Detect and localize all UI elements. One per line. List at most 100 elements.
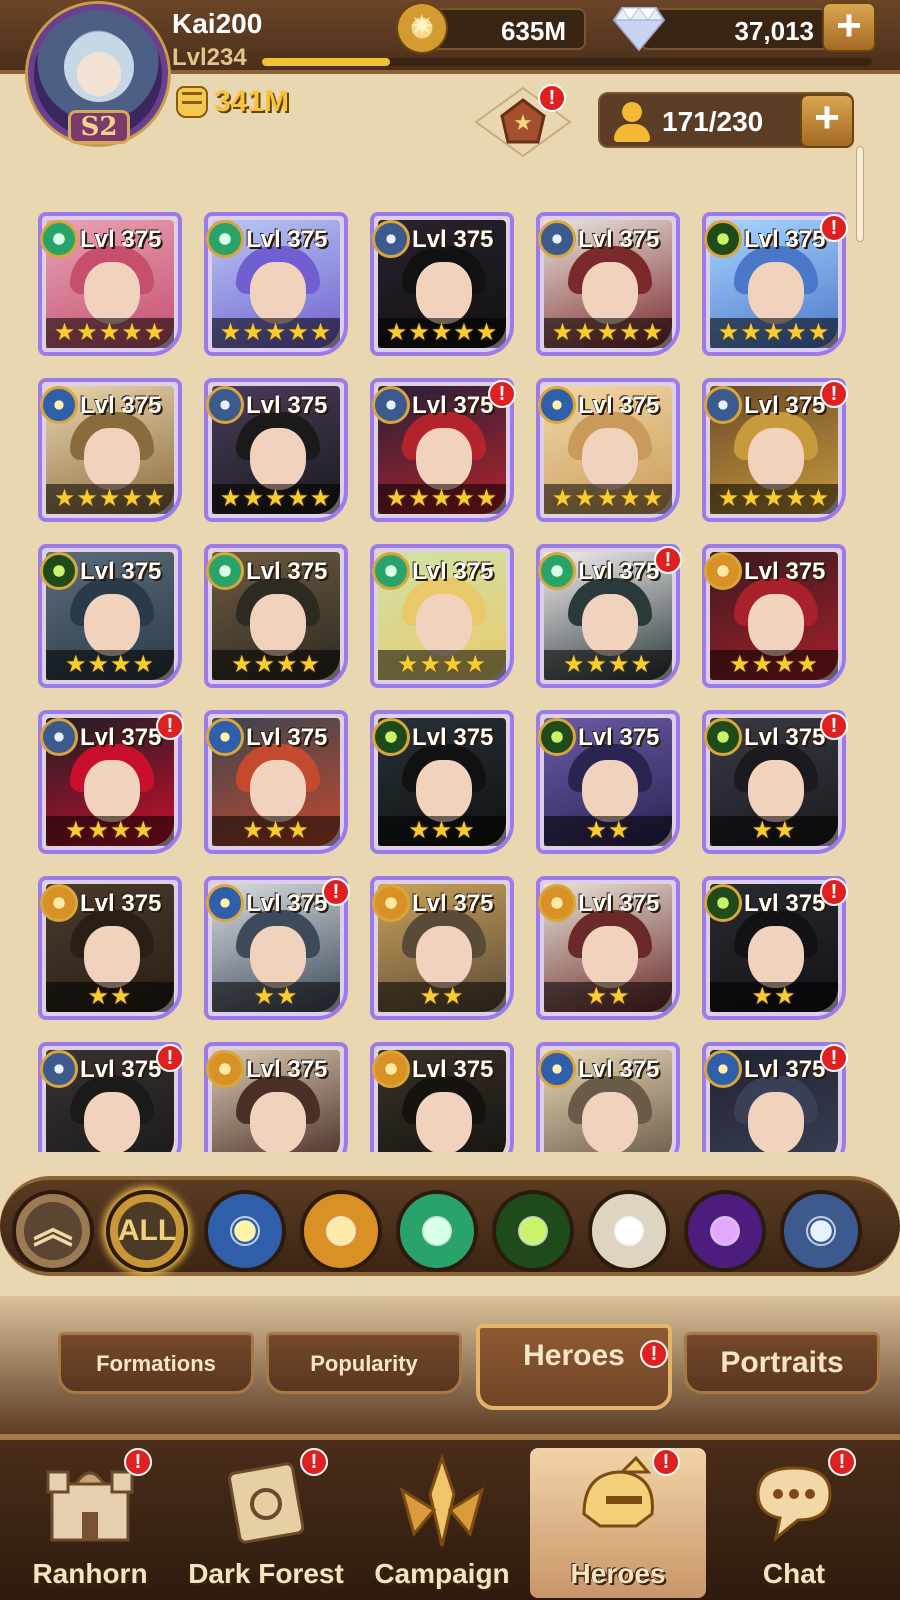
star-rating: ★★★ (378, 816, 506, 846)
xp-bar (262, 58, 872, 66)
collapse-chevron-button[interactable]: ︽ (12, 1190, 94, 1272)
nav-campaign[interactable]: Campaign (354, 1448, 530, 1598)
add-diamonds-button[interactable]: + (822, 2, 876, 52)
hero-face (748, 594, 804, 656)
hero-face (84, 926, 140, 988)
star-rating: ★★★★ (46, 650, 174, 680)
top-header: S2 Kai200 Lvl234 341M 635M 37,013 + ★ ! … (0, 0, 900, 158)
star-rating: ★★ (544, 816, 672, 846)
gold-value: 635M (500, 16, 566, 46)
hero-face (416, 262, 472, 324)
filter-lightbearer-button[interactable] (204, 1190, 286, 1272)
tab-popularity[interactable]: Popularity (266, 1332, 462, 1394)
dimensional-faction-icon (538, 220, 576, 258)
star-rating: ★★★★★ (212, 318, 340, 348)
hero-alert-badge: ! (820, 214, 848, 242)
hero-face (748, 760, 804, 822)
filter-hypogean-button[interactable] (684, 1190, 766, 1272)
add-hero-slots-button[interactable]: + (800, 94, 854, 148)
hero-alert-badge: ! (488, 380, 516, 408)
hero-face (582, 760, 638, 822)
hero-alert-badge: ! (820, 712, 848, 740)
tab-portraits[interactable]: Portraits (684, 1332, 880, 1394)
hero-face (84, 1092, 140, 1152)
hero-level: Lvl 375 (744, 890, 826, 917)
tab-label: Popularity (310, 1351, 418, 1376)
nav-dark-forest[interactable]: Dark Forest! (178, 1448, 354, 1598)
mauler-faction-icon (538, 884, 576, 922)
wilder-faction-icon (40, 220, 78, 258)
lightbearer-faction-icon (206, 718, 244, 756)
hero-face (84, 262, 140, 324)
hero-face (250, 428, 306, 490)
star-rating: ★★★★ (46, 816, 174, 846)
star-rating: ★★★★★ (710, 318, 838, 348)
nav-label: Ranhorn (32, 1558, 148, 1589)
star-rating: ★★★ (212, 816, 340, 846)
graveborn-faction-icon (704, 884, 742, 922)
power-value: 341M (214, 85, 290, 118)
dimensional-faction-icon (206, 386, 244, 424)
lightbearer-faction-icon (704, 1050, 742, 1088)
player-avatar[interactable]: S2 (28, 4, 168, 144)
gold-counter: 635M (428, 8, 586, 50)
fist-icon (176, 86, 208, 118)
tab-formations[interactable]: Formations (58, 1332, 254, 1394)
hero-face (748, 262, 804, 324)
hero-level: Lvl 375 (578, 392, 660, 419)
hero-alert-badge: ! (820, 878, 848, 906)
dimensional-faction-icon (372, 386, 410, 424)
hero-grid: ★★★★★ Lvl 375 ★★★★★ Lvl 375 ★★★★★ Lvl 375 ★★★★… (38, 212, 858, 1152)
hero-level: Lvl 375 (80, 226, 162, 253)
hero-face (84, 760, 140, 822)
gold-coin-icon (396, 2, 448, 54)
star-rating: ★★★★★ (544, 484, 672, 514)
star-rating: ★★★★★ (46, 484, 174, 514)
filter-celestial-button[interactable] (588, 1190, 670, 1272)
star-rating: ★★★★ (212, 650, 340, 680)
star-rating: ★★★★★ (378, 318, 506, 348)
hero-level: Lvl 375 (412, 724, 494, 751)
hypogean-icon (710, 1216, 740, 1246)
hero-level: Lvl 375 (744, 724, 826, 751)
filter-graveborn-button[interactable] (492, 1190, 574, 1272)
hero-alert-badge: ! (820, 1044, 848, 1072)
hero-level: Lvl 375 (412, 392, 494, 419)
hero-level: Lvl 375 (744, 558, 826, 585)
hero-level: Lvl 375 (578, 1056, 660, 1083)
star-rating: ★★★★ (544, 650, 672, 680)
nav-alert-badge: ! (300, 1448, 328, 1476)
hero-face (84, 594, 140, 656)
tab-heroes[interactable]: Heroes (476, 1324, 672, 1410)
hero-level: Lvl 375 (246, 558, 328, 585)
nav-alert-badge: ! (652, 1448, 680, 1476)
hero-face (416, 1092, 472, 1152)
hero-level: Lvl 375 (246, 724, 328, 751)
hero-alert-badge: ! (156, 712, 184, 740)
hero-level: Lvl 375 (80, 724, 162, 751)
wilder-faction-icon (538, 552, 576, 590)
wilder-icon (422, 1216, 452, 1246)
graveborn-faction-icon (704, 718, 742, 756)
star-rating: ★★★★ (378, 650, 506, 680)
hero-face (416, 760, 472, 822)
subtab-bar: Formations Popularity Heroes! Portraits (0, 1296, 900, 1436)
filter-all-button[interactable]: ALL (106, 1190, 188, 1272)
nav-ranhorn[interactable]: Ranhorn! (2, 1448, 178, 1598)
avatar-portrait (64, 32, 134, 102)
mauler-faction-icon (704, 552, 742, 590)
filter-mauler-button[interactable] (300, 1190, 382, 1272)
hero-alert-badge: ! (156, 1044, 184, 1072)
dimensional-faction-icon (704, 386, 742, 424)
lightbearer-faction-icon (40, 386, 78, 424)
filter-dimensional-button[interactable] (780, 1190, 862, 1272)
star-rating: ★★ (544, 982, 672, 1012)
hero-face (416, 926, 472, 988)
filter-wilder-button[interactable] (396, 1190, 478, 1272)
power-display: 341M (176, 84, 289, 120)
nav-heroes[interactable]: Heroes! (530, 1448, 706, 1598)
chat-bubble-icon (746, 1454, 842, 1550)
nav-chat[interactable]: Chat! (706, 1448, 882, 1598)
scroll-map-icon (218, 1454, 314, 1550)
lightbearer-icon (230, 1216, 260, 1246)
